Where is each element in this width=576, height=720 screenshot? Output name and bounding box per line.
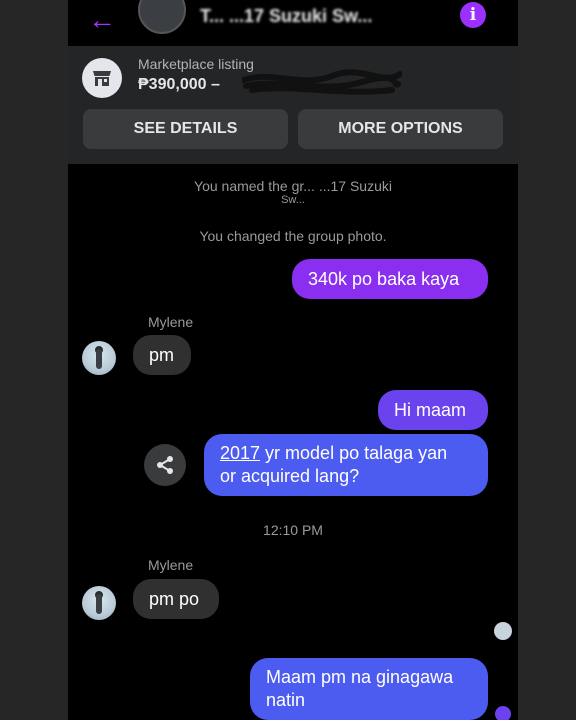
message-bubble-outgoing[interactable]: 340k po baka kaya bbox=[292, 259, 488, 299]
back-arrow-icon[interactable]: ← bbox=[88, 6, 116, 34]
share-icon[interactable] bbox=[144, 444, 186, 486]
info-icon[interactable]: i bbox=[460, 2, 486, 28]
link-text[interactable]: 2017 bbox=[220, 443, 260, 463]
marketplace-listing-card: Marketplace listing ₱390,000 – SEE DETAI… bbox=[68, 46, 518, 164]
message-bubble-outgoing[interactable]: Maam pm na ginagawa natin bbox=[250, 658, 488, 720]
avatar[interactable] bbox=[82, 341, 116, 375]
message-line: natin bbox=[266, 690, 306, 710]
more-options-button[interactable]: MORE OPTIONS bbox=[298, 109, 503, 149]
message-bubble-outgoing[interactable]: 2017 yr model po talaga yan or acquired … bbox=[204, 434, 488, 496]
seen-avatar bbox=[494, 622, 512, 640]
see-details-button[interactable]: SEE DETAILS bbox=[83, 109, 288, 149]
sent-check-icon bbox=[495, 706, 511, 720]
message-bubble-incoming[interactable]: pm po bbox=[133, 579, 219, 619]
timestamp: 12:10 PM bbox=[263, 522, 323, 538]
message-bubble-incoming[interactable]: pm bbox=[133, 335, 191, 375]
conversation-header: ← T... ...17 Suzuki Sw... i bbox=[68, 0, 518, 46]
sender-name: Mylene bbox=[148, 557, 194, 573]
sender-name: Mylene bbox=[148, 314, 194, 330]
system-message-photo: You changed the group photo. bbox=[199, 228, 387, 244]
avatar[interactable] bbox=[82, 586, 116, 620]
message-line: 2017 yr model po talaga yan bbox=[220, 442, 472, 465]
system-message-renamed: You named the gr... ...17 Suzuki bbox=[194, 178, 392, 194]
message-bubble-outgoing[interactable]: Hi maam bbox=[378, 390, 488, 430]
store-icon bbox=[82, 58, 122, 98]
system-message-renamed-cont: Sw... bbox=[281, 194, 305, 206]
message-line: or acquired lang? bbox=[220, 466, 360, 486]
conversation-title[interactable]: T... ...17 Suzuki Sw... bbox=[200, 6, 372, 27]
listing-label: Marketplace listing bbox=[138, 56, 254, 72]
message-line: Maam pm na ginagawa bbox=[266, 667, 454, 687]
message-text: yr model po talaga yan bbox=[260, 443, 448, 463]
listing-price: ₱390,000 – bbox=[138, 76, 220, 93]
group-avatar[interactable] bbox=[138, 0, 186, 34]
messenger-screen: ← T... ...17 Suzuki Sw... i Marketplace … bbox=[68, 0, 518, 720]
redaction-scribble bbox=[242, 69, 402, 95]
